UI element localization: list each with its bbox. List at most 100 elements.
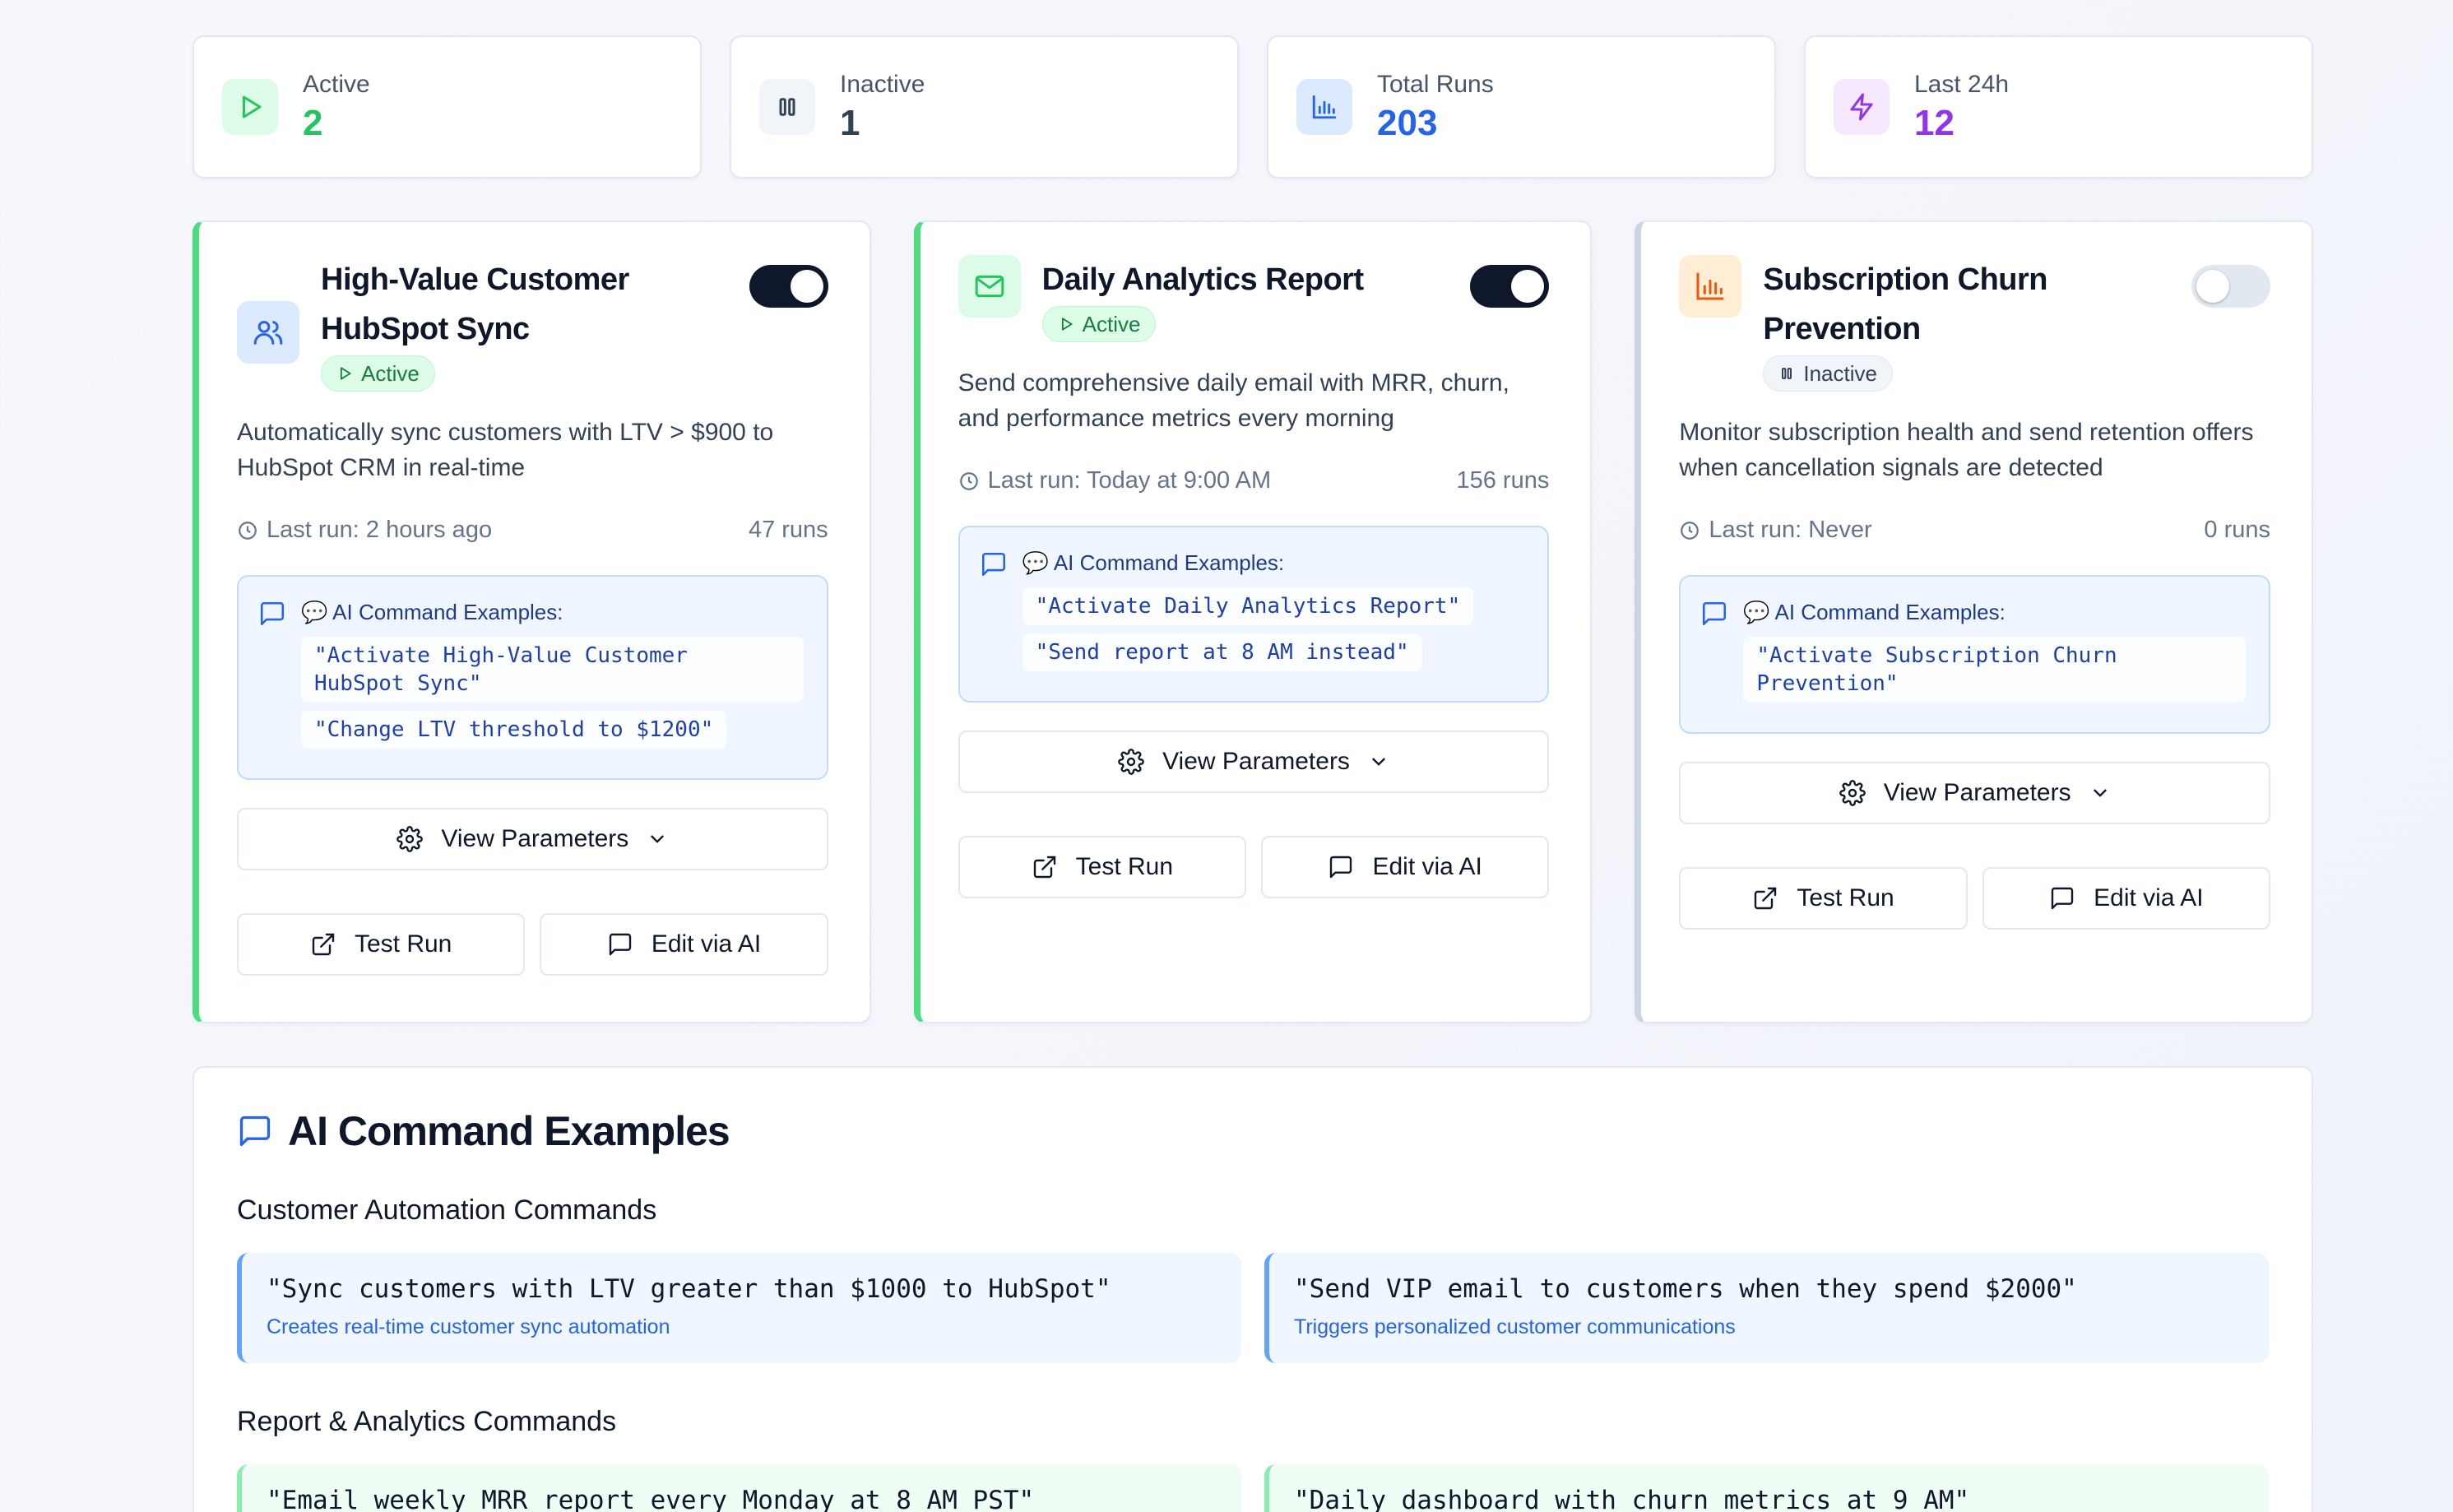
card-title: High-Value Customer HubSpot Sync	[321, 262, 629, 346]
message-square-icon	[2051, 887, 2074, 910]
message-square-icon	[609, 933, 632, 956]
example-command: "Change LTV threshold to $1200"	[301, 711, 727, 749]
bar-chart-icon	[1296, 79, 1352, 135]
status-label: Active	[361, 360, 420, 386]
stat-value: 1	[840, 102, 860, 143]
edit-via-ai-button[interactable]: Edit via AI	[540, 913, 828, 976]
stat-value: 203	[1377, 102, 1438, 143]
stat-label: Inactive	[840, 70, 925, 98]
command-example-card[interactable]: "Daily dashboard with churn metrics at 9…	[1264, 1464, 2269, 1512]
automation-card-hubspot-sync: High-Value Customer HubSpot Sync Active …	[192, 220, 871, 1023]
stat-label: Total Runs	[1377, 70, 1494, 98]
edit-via-ai-button[interactable]: Edit via AI	[1982, 867, 2271, 930]
section-title: Customer Automation Commands	[237, 1194, 657, 1226]
chevron-down-icon	[651, 835, 664, 843]
button-label: Edit via AI	[1372, 853, 1482, 880]
command-text: "Email weekly MRR report every Monday at…	[267, 1486, 1035, 1512]
test-run-button[interactable]: Test Run	[958, 836, 1247, 898]
clock-icon	[1681, 521, 1699, 540]
example-command: "Activate Subscription Churn Prevention"	[1743, 637, 2247, 703]
stat-last-24h: Last 24h 12	[1804, 35, 2313, 179]
lightning-icon	[1834, 79, 1890, 135]
stat-label: Active	[303, 70, 370, 98]
test-run-button[interactable]: Test Run	[1679, 867, 1968, 930]
gear-icon	[1118, 749, 1144, 775]
chevron-down-icon	[1372, 758, 1385, 766]
view-parameters-button[interactable]: View Parameters	[1679, 762, 2271, 824]
command-text: "Sync customers with LTV greater than $1…	[267, 1274, 1111, 1304]
last-run: Last run: Today at 9:00 AM	[987, 467, 1272, 494]
status-badge: Active	[321, 355, 435, 392]
stat-value: 12	[1914, 102, 1955, 143]
test-run-button[interactable]: Test Run	[237, 913, 526, 976]
card-description: Send comprehensive daily email with MRR,…	[958, 369, 1509, 432]
card-description: Monitor subscription health and send ret…	[1679, 419, 2254, 481]
ai-command-examples-panel: AI Command Examples Customer Automation …	[192, 1066, 2313, 1512]
panel-title: AI Command Examples	[288, 1108, 730, 1154]
play-icon	[222, 79, 278, 135]
ai-examples-box: 💬 AI Command Examples: "Activate Daily A…	[958, 526, 1550, 703]
command-example-card[interactable]: "Send VIP email to customers when they s…	[1264, 1253, 2269, 1363]
edit-via-ai-button[interactable]: Edit via AI	[1261, 836, 1550, 898]
card-title: Subscription Churn Prevention	[1763, 262, 2047, 346]
button-label: Test Run	[1797, 884, 1894, 911]
run-count: 156 runs	[1456, 467, 1550, 494]
stats-row: Active 2 Inactive 1 Total Runs 203 Last …	[192, 35, 2313, 179]
command-description: Creates real-time customer sync automati…	[267, 1315, 670, 1338]
section-title: Report & Analytics Commands	[237, 1406, 617, 1437]
run-count: 47 runs	[748, 517, 828, 543]
bar-chart-icon	[1679, 255, 1742, 318]
button-label: View Parameters	[441, 825, 629, 852]
button-label: View Parameters	[1883, 779, 2071, 806]
ai-examples-box: 💬 AI Command Examples: "Activate Subscri…	[1679, 575, 2271, 734]
button-label: Test Run	[1075, 853, 1174, 880]
stat-active: Active 2	[192, 35, 702, 179]
card-title: Daily Analytics Report	[1041, 262, 1364, 297]
view-parameters-button[interactable]: View Parameters	[958, 730, 1550, 793]
play-icon	[1061, 318, 1073, 331]
message-square-icon	[260, 601, 285, 626]
button-label: View Parameters	[1162, 748, 1350, 775]
panel-heading: AI Command Examples	[237, 1107, 2269, 1155]
gear-icon	[396, 826, 424, 852]
examples-title: 💬 AI Command Examples:	[1022, 550, 1285, 575]
last-run: Last run: 2 hours ago	[267, 517, 493, 543]
clock-icon	[239, 521, 257, 540]
status-label: Inactive	[1803, 360, 1877, 386]
gear-icon	[1839, 780, 1866, 806]
message-square-icon	[981, 552, 1005, 577]
status-badge: Active	[1041, 306, 1157, 342]
pause-icon	[1782, 368, 1792, 379]
external-link-icon	[1755, 887, 1777, 910]
example-command: "Activate Daily Analytics Report"	[1022, 587, 1474, 625]
automation-card-daily-analytics: Daily Analytics Report Active Send compr…	[913, 220, 1593, 1023]
card-description: Automatically sync customers with LTV > …	[237, 419, 774, 481]
play-icon	[340, 367, 351, 380]
enable-toggle[interactable]	[1470, 265, 1550, 308]
clock-icon	[959, 471, 978, 490]
button-label: Edit via AI	[2094, 884, 2204, 911]
command-example-card[interactable]: "Sync customers with LTV greater than $1…	[237, 1253, 1241, 1363]
stat-total-runs: Total Runs 203	[1267, 35, 1776, 179]
examples-title: 💬 AI Command Examples:	[301, 600, 563, 624]
message-square-icon	[239, 1115, 271, 1147]
automation-card-churn-prevention: Subscription Churn Prevention Inactive M…	[1635, 220, 2314, 1023]
customer-commands-grid: "Sync customers with LTV greater than $1…	[237, 1253, 2269, 1363]
run-count: 0 runs	[2204, 517, 2271, 543]
command-description: Triggers personalized customer communica…	[1294, 1315, 1736, 1338]
command-example-card[interactable]: "Email weekly MRR report every Monday at…	[237, 1464, 1241, 1512]
command-text: "Daily dashboard with churn metrics at 9…	[1294, 1486, 1970, 1512]
command-text: "Send VIP email to customers when they s…	[1294, 1274, 2077, 1304]
button-label: Test Run	[354, 930, 452, 958]
pause-icon	[759, 79, 815, 135]
last-run: Last run: Never	[1709, 517, 1872, 543]
status-label: Active	[1082, 311, 1141, 336]
stat-inactive: Inactive 1	[730, 35, 1239, 179]
enable-toggle[interactable]	[749, 265, 828, 308]
mail-icon	[958, 255, 1021, 318]
examples-title: 💬 AI Command Examples:	[1743, 600, 2006, 624]
enable-toggle[interactable]	[2191, 265, 2271, 308]
view-parameters-button[interactable]: View Parameters	[237, 808, 828, 870]
button-label: Edit via AI	[651, 930, 762, 958]
external-link-icon	[312, 933, 335, 956]
